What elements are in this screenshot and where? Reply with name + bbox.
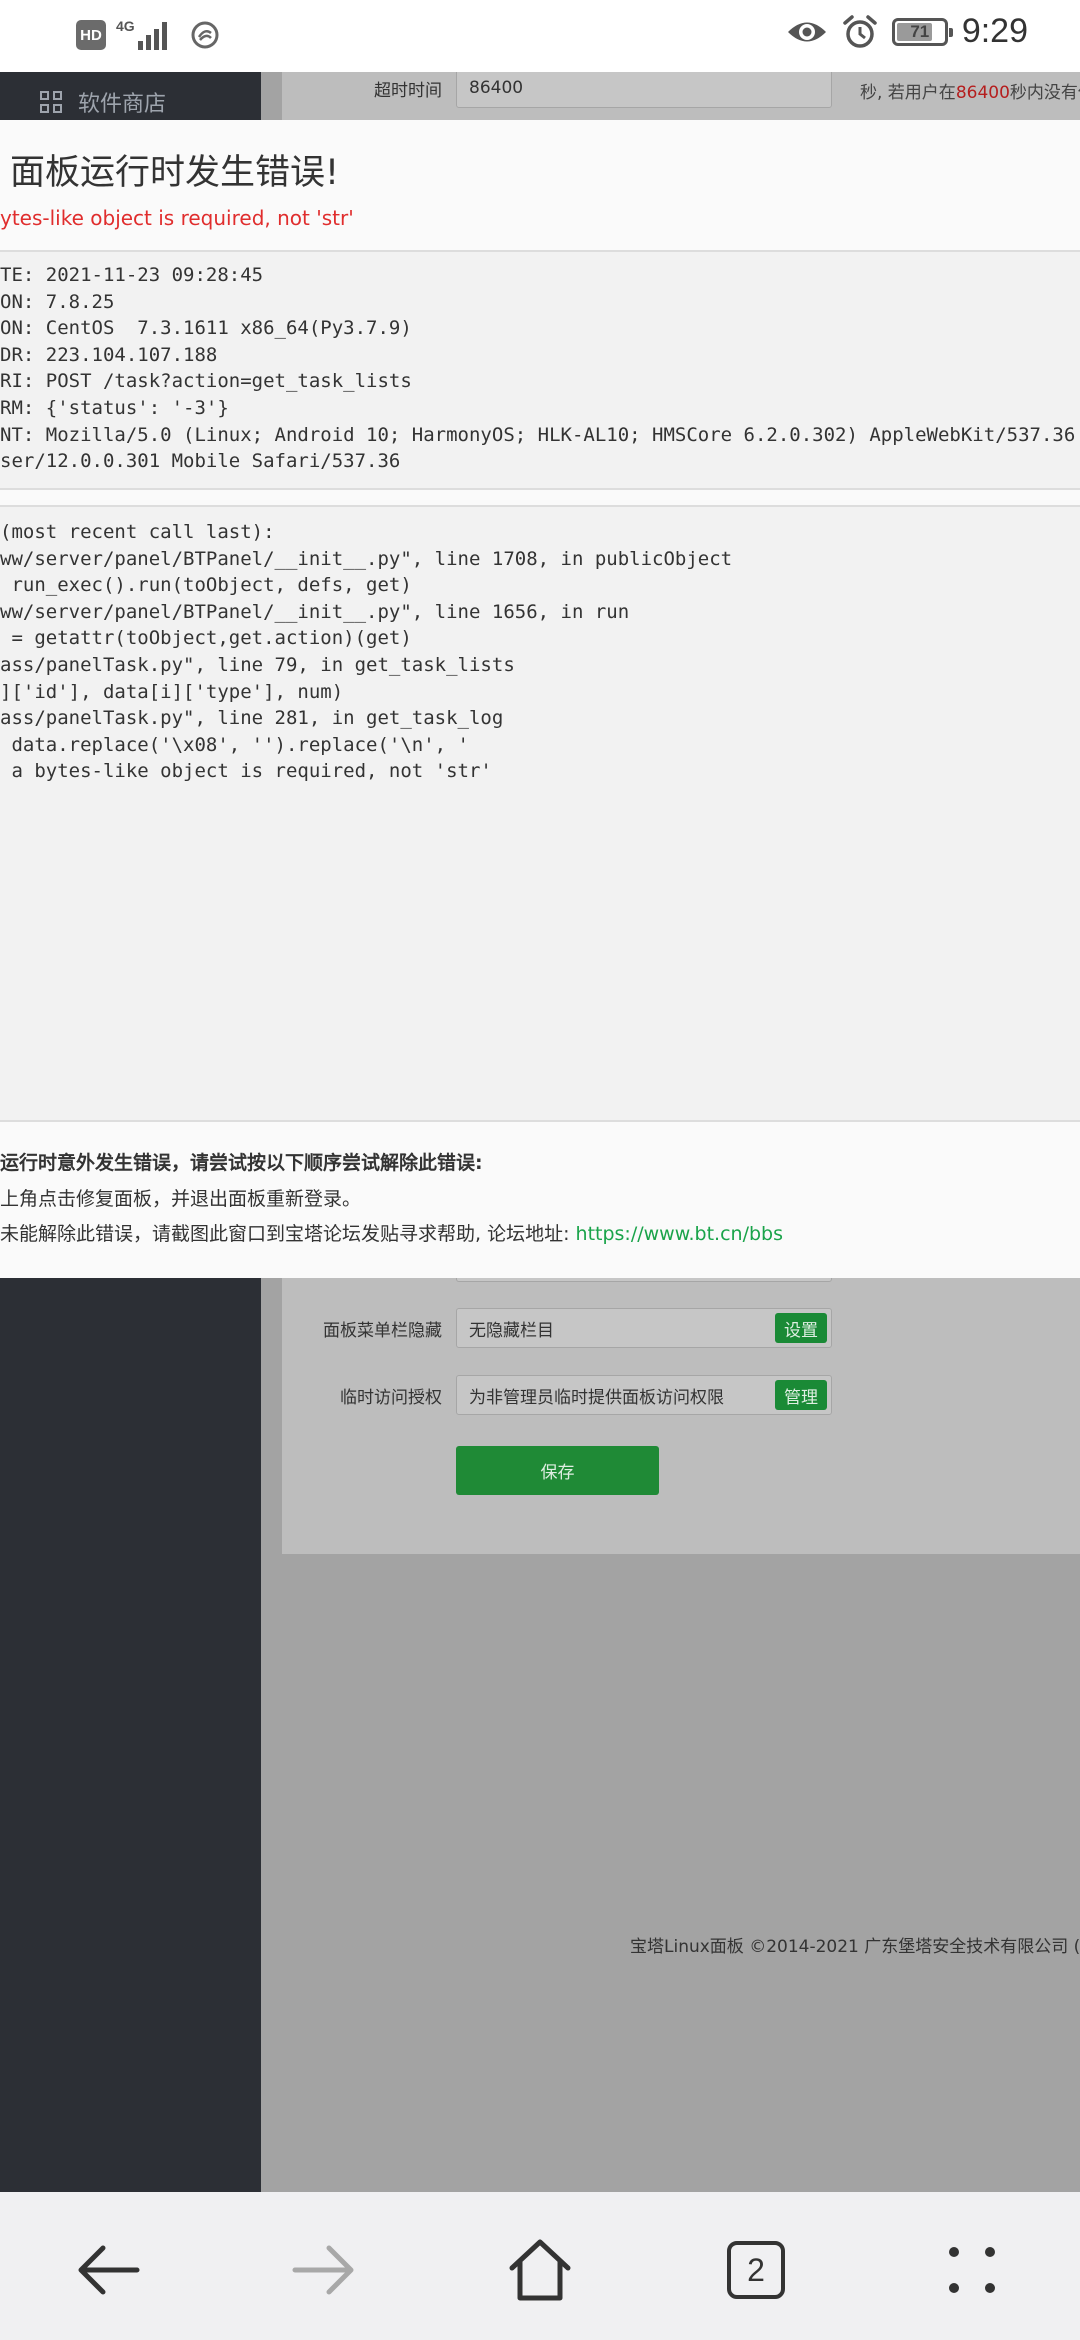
battery-level: 71 (910, 21, 930, 41)
timeout-hint: 秒, 若用户在86400秒内没有任 (860, 83, 1080, 103)
grid-icon (40, 91, 62, 113)
error-info-line: ON: 7.8.25 (0, 290, 115, 313)
network-type-label: 4G (116, 18, 135, 34)
status-bar: HD 4G 71 9:29 (0, 0, 1080, 72)
error-subtitle: ytes-like object is required, not 'str' (0, 206, 354, 230)
traceback-line: (most recent call last): (0, 521, 275, 543)
error-info-line: ser/12.0.0.301 Mobile Safari/537.36 (0, 450, 401, 473)
tabs-icon: 2 (727, 2241, 785, 2299)
hd-icon: HD (76, 20, 106, 50)
traceback-line: ass/panelTask.py", line 79, in get_task_… (0, 653, 515, 676)
timeout-input[interactable]: 86400 (456, 68, 832, 108)
eye-icon (787, 22, 826, 41)
back-arrow-icon (78, 2245, 140, 2295)
more-icon (949, 2247, 995, 2293)
error-info-line: RM: {'status': '-3'} (0, 396, 229, 419)
error-info-line: ON: CentOS 7.3.1611 x86_64(Py3.7.9) (0, 317, 412, 340)
more-button[interactable] (932, 2230, 1012, 2310)
error-traceback-box: (most recent call last): ww/server/panel… (0, 505, 1080, 1122)
browser-nav-bar: 2 (0, 2192, 1080, 2340)
error-info-line: RI: POST /task?action=get_task_lists (0, 370, 412, 393)
tabs-button[interactable]: 2 (716, 2230, 796, 2310)
temp-access-label: 临时访问授权 (340, 1388, 442, 1408)
traceback-line: ]['id'], data[i]['type'], num) (0, 680, 344, 703)
traceback-line: ww/server/panel/BTPanel/__init__.py", li… (0, 547, 733, 570)
menu-hide-label: 面板菜单栏隐藏 (323, 1321, 442, 1341)
traceback-line: a bytes-like object is required, not 'st… (0, 760, 492, 783)
error-info-line: NT: Mozilla/5.0 (Linux; Android 10; Harm… (0, 423, 1080, 446)
back-button[interactable] (68, 2230, 148, 2310)
battery-icon: 71 (891, 17, 953, 46)
help-step-1: 上角点击修复面板，并退出面板重新登录。 (0, 1188, 362, 1210)
sidebar-item-label: 软件商店 (78, 92, 167, 117)
error-title: 面板运行时发生错误! (10, 153, 340, 193)
error-info-line: DR: 223.104.107.188 (0, 343, 218, 366)
traceback-line: ww/server/panel/BTPanel/__init__.py", li… (0, 600, 630, 623)
help-step-2: 未能解除此错误，请截图此窗口到宝塔论坛发贴寻求帮助, 论坛地址: https:/… (0, 1219, 783, 1246)
alarm-icon (843, 14, 877, 48)
forum-link[interactable]: https://www.bt.cn/bbs (576, 1223, 783, 1245)
menu-hide-settings-button[interactable]: 设置 (775, 1313, 827, 1343)
help-step-2-text: 未能解除此错误，请截图此窗口到宝塔论坛发贴寻求帮助, 论坛地址: (0, 1223, 576, 1245)
status-time: 9:29 (961, 12, 1028, 50)
temp-access-manage-button[interactable]: 管理 (775, 1380, 827, 1410)
forward-button[interactable] (284, 2230, 364, 2310)
traceback-line: = getattr(toObject,get.action)(get) (0, 627, 412, 650)
home-icon (509, 2239, 571, 2301)
error-info-box: TE: 2021-11-23 09:28:45 ON: 7.8.25 ON: C… (0, 250, 1080, 490)
help-title: 运行时意外发生错误，请尝试按以下顺序尝试解除此错误: (0, 1152, 483, 1174)
error-info-line: TE: 2021-11-23 09:28:45 (0, 264, 264, 286)
home-button[interactable] (500, 2230, 580, 2310)
traceback-line: ass/panelTask.py", line 281, in get_task… (0, 707, 504, 730)
status-left-icons: HD 4G (76, 18, 220, 52)
status-right-icons: 71 9:29 (786, 12, 1028, 51)
traceback-line: run_exec().run(toObject, defs, get) (0, 574, 412, 597)
error-dialog: 面板运行时发生错误! ytes-like object is required,… (0, 120, 1080, 1278)
timeout-label: 超时时间 (374, 81, 442, 101)
timeout-hint-value: 86400 (955, 83, 1010, 103)
signal-icon: 4G (116, 18, 180, 52)
app-notification-icon (191, 21, 219, 49)
save-button[interactable]: 保存 (456, 1446, 659, 1495)
forward-arrow-icon (292, 2245, 354, 2295)
traceback-line: data.replace('\x08', '').replace('\n', ' (0, 733, 469, 756)
footer-copyright: 宝塔Linux面板 ©2014-2021 广东堡塔安全技术有限公司 (b (630, 1937, 1080, 1957)
